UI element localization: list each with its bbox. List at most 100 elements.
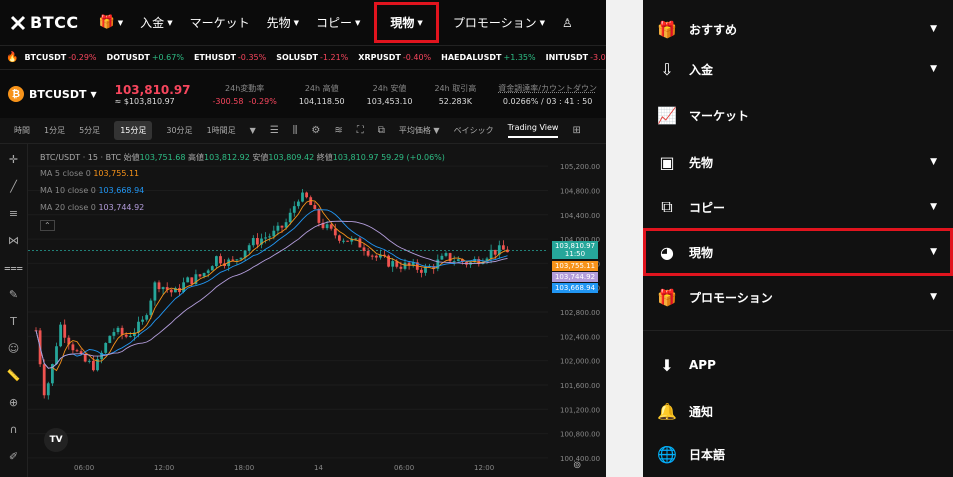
high-value: 103,812.92 [204,153,250,162]
nav-spot[interactable]: 現物 ▼ [374,2,439,43]
menu-item-market-chart[interactable]: 📈 マーケット [643,95,953,135]
avg-price-dropdown[interactable]: 平均価格 ▼ [399,125,440,136]
fire-icon: 🔥 [6,52,19,63]
ticker-item[interactable]: BTCUSDT -0.29% [24,53,96,62]
candle-body [104,342,108,353]
pattern-icon[interactable]: ⋈ [0,230,27,252]
ticker-item[interactable]: SOLUSDT -1.21% [276,53,348,62]
tab-1m[interactable]: 1分足 [44,125,65,136]
ticker-symbol: INITUSDT [545,53,589,62]
fullscreen-icon[interactable]: ⛶ [357,125,364,136]
chevron-down-icon[interactable]: ▼ [90,90,96,99]
y-tick-label: 101,600.00 [560,382,600,390]
nav-spot-label: 現物 [390,16,415,30]
menu-item-copy-trade[interactable]: ⧉ コピー ▼ [643,187,953,227]
menu-item-futures[interactable]: ▣ 先物 ▼ [643,142,953,182]
tradingview-logo-icon[interactable]: TV [44,428,68,452]
indicators-icon[interactable]: ≋ [334,125,342,136]
zoom-icon[interactable]: ⊕ [0,392,27,414]
trendline-icon[interactable]: ╱ [0,176,27,198]
y-tick-label: 100,800.00 [560,431,600,439]
menu-item-deposit[interactable]: ⇩ 入金 ▼ [643,49,953,89]
menu-item-label: コピー [689,200,726,215]
candle-type-icon[interactable]: ☰ [270,125,279,136]
magnet-icon[interactable]: ∩ [0,419,27,441]
lock-drawing-icon[interactable]: ✐ [0,446,27,468]
user-icon[interactable]: ♙ [562,16,573,30]
interval-dropdown-icon[interactable]: ▼ [250,126,256,135]
ticker-item[interactable]: HAEDALUSDT +1.35% [441,53,535,62]
gift-nav-icon[interactable]: 🎁 ▼ [99,15,124,30]
chevron-down-icon[interactable]: ▼ [930,202,937,212]
nav-deposit[interactable]: 入金 ▼ [140,14,172,31]
nav-futures[interactable]: 先物 ▼ [267,14,299,31]
close-label: 終値 [316,153,333,162]
ticker-item[interactable]: INITUSDT-3.00% [546,53,606,62]
stat-volume-value: 52.283K [438,96,472,106]
candle-body [83,353,87,362]
nav-promotion[interactable]: プロモーション ▼ [453,14,545,31]
menu-item-label: マーケット [689,108,750,123]
settings-icon[interactable]: ⚙ [311,125,320,136]
stat-volume-label: 24h 取引高 [434,83,477,93]
crosshair-icon[interactable]: ✛ [0,149,27,171]
delta-value: 59.29 (+0.06%) [381,153,445,162]
y-tick-label: 101,200.00 [560,406,600,414]
menu-item-spot[interactable]: ◕ 現物 ▼ [643,228,953,276]
y-tick-label: 105,200.00 [560,163,600,171]
candle-body [190,277,194,285]
candle-body [256,238,259,245]
y-tick-label: 102,000.00 [560,358,600,366]
chevron-down-icon[interactable]: ▼ [930,64,937,74]
nav-copy[interactable]: コピー ▼ [316,14,360,31]
menu-item-gift[interactable]: 🎁 プロモーション ▼ [643,277,953,317]
ticker-symbol: BTCUSDT [24,53,67,62]
screenshot-icon[interactable]: ⧉ [378,125,385,136]
stat-funding-label: 資金調達率/カウントダウン [498,83,597,93]
layout-grid-icon[interactable]: ⊞ [572,125,580,136]
candle-body [268,236,272,238]
menu-item-label: おすすめ [689,22,738,37]
chevron-down-icon[interactable]: ▼ [930,157,937,167]
nav-futures-label: 先物 [266,16,291,30]
text-tool-icon[interactable]: T [0,311,27,333]
price-box: 103,810.97 ≈ $103,810.97 [115,83,191,106]
price-chart[interactable]: 105,200.00104,800.00104,400.00104,000.00… [28,144,606,477]
tab-30m[interactable]: 30分足 [166,125,192,136]
tab-basic[interactable]: ベイシック [454,125,494,136]
brush-icon[interactable]: ✎ [0,284,27,306]
tab-15m[interactable]: 15分足 [114,121,153,140]
open-value: 103,751.68 [139,153,186,162]
nav-menu-panel: 🎁 おすすめ ▼ ⇩ 入金 ▼ 📈 マーケット ▣ 先物 ▼ ⧉ コピー ▼ ◕ 現物 ▼ 🎁 プロモーション ▼ ⬇ A… [643,0,953,477]
candle-body [502,245,505,250]
chevron-down-icon[interactable]: ▼ [930,292,937,302]
chart-settings-icon[interactable]: ⊚ [573,460,581,471]
chevron-down-icon[interactable]: ▼ [930,247,937,257]
menu-item-download-app[interactable]: ⬇ APP [643,345,953,385]
candle-body [145,315,149,320]
menu-item-globe[interactable]: 🌐 日本語 [643,434,953,474]
pair-selector[interactable]: BTCUSDT [29,88,86,101]
tab-tradingview[interactable]: Trading View [507,123,559,138]
nav-promotion-label: プロモーション [452,16,537,30]
tab-5m[interactable]: 5分足 [79,125,100,136]
bars-icon[interactable]: ⫼ [293,125,298,136]
candle-body [124,334,128,337]
tab-1h[interactable]: 1時間足 [207,125,236,136]
ruler-icon[interactable]: 📏 [0,365,27,387]
collapse-legend-icon[interactable]: ⌃ [40,220,55,231]
ticker-symbol: XRPUSDT [358,53,401,62]
tab-time[interactable]: 時間 [14,125,30,136]
ticker-item[interactable]: ETHUSDT -0.35% [194,53,266,62]
menu-item-gift-ribbon[interactable]: 🎁 おすすめ ▼ [643,9,953,49]
chevron-down-icon[interactable]: ▼ [930,24,937,34]
ticker-item[interactable]: DOTUSDT +0.67% [107,53,184,62]
nav-market[interactable]: マーケット [190,14,250,31]
menu-item-bell[interactable]: 🔔 通知 [643,391,953,431]
ticker-item[interactable]: XRPUSDT -0.40% [358,53,431,62]
btcc-logo[interactable]: BTCC [10,13,79,32]
fib-icon[interactable]: ⩶ [0,257,27,279]
emoji-icon[interactable]: ☺ [0,338,27,360]
horizontal-lines-icon[interactable]: ≡ [0,203,27,225]
ticker-symbol: HAEDALUSDT [441,53,502,62]
